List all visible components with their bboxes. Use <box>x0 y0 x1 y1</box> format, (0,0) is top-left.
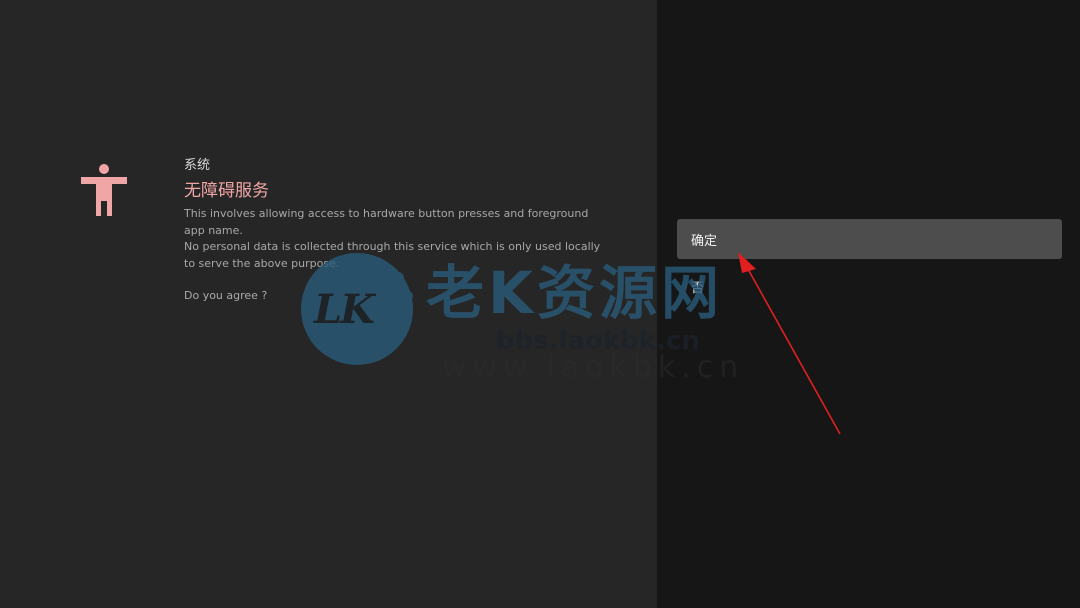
cancel-label: 否 <box>691 280 705 296</box>
description-paragraph-2: No personal data is collected through th… <box>184 240 601 270</box>
confirm-label: 确定 <box>691 233 718 249</box>
cancel-button[interactable]: 否 <box>677 266 1062 306</box>
agree-question: Do you agree ? <box>184 289 268 302</box>
service-title: 无障碍服务 <box>184 181 269 201</box>
description-paragraph-1: This involves allowing access to hardwar… <box>184 207 589 237</box>
accessibility-person-icon <box>81 164 127 216</box>
category-label: 系统 <box>184 158 211 173</box>
confirm-button[interactable]: 确定 <box>677 219 1062 259</box>
service-description: This involves allowing access to hardwar… <box>184 206 604 305</box>
